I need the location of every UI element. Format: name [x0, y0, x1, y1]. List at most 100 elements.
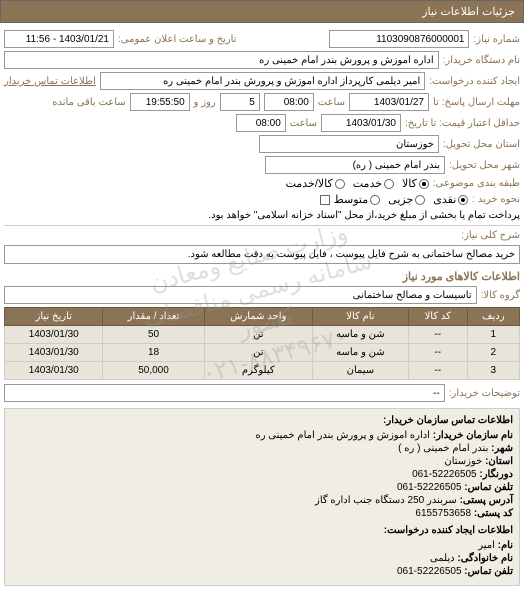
desc-field: خرید مصالح ساختمانی به شرح فایل پیوست ، …	[4, 245, 520, 264]
table-cell: 18	[103, 344, 204, 362]
buyer-org-field: اداره اموزش و پرورش بندر امام خمینی ره	[4, 51, 439, 69]
table-cell: 3	[467, 362, 519, 380]
province-field: خوزستان	[259, 135, 439, 153]
fname-label: نام:	[498, 540, 513, 551]
buyer-org-label: نام دستگاه خریدار:	[443, 55, 520, 66]
org-label: نام سازمان خریدار:	[433, 430, 513, 441]
remaining-days-field: 5	[220, 93, 260, 111]
radio-icon	[415, 195, 425, 205]
remaining-days-label: روز و	[194, 97, 216, 108]
table-cell: تن	[204, 344, 312, 362]
table-cell: --	[408, 344, 467, 362]
payment-radio-group: نقدی جزیی متوسط	[334, 193, 469, 206]
org-value: اداره اموزش و پرورش بندر امام خمینی ره	[255, 430, 430, 441]
table-cell: 2	[467, 344, 519, 362]
table-header-row: ردیف کد کالا نام کالا واحد شمارش تعداد /…	[5, 308, 520, 326]
lname-value: دیلمی	[430, 553, 455, 564]
category-radio-both[interactable]: کالا/خدمت	[286, 177, 345, 190]
radio-icon	[335, 179, 345, 189]
goods-table: ردیف کد کالا نام کالا واحد شمارش تعداد /…	[4, 307, 520, 380]
radio-icon	[370, 195, 380, 205]
payment-radio-medium[interactable]: متوسط	[334, 193, 381, 206]
table-cell: سیمان	[312, 362, 408, 380]
city-field: بندر امام خمینی ( ره)	[265, 156, 445, 174]
payment-radio-cash[interactable]: نقدی	[433, 193, 468, 206]
th-date: تاریخ نیاز	[5, 308, 103, 326]
desc-label: شرح کلی نیاز:	[461, 230, 520, 241]
th-unit: واحد شمارش	[204, 308, 312, 326]
table-row: 1--شن و ماسهتن501403/01/30	[5, 326, 520, 344]
requester-label: ایجاد کننده درخواست:	[429, 76, 520, 87]
fprovince-value: خوزستان	[444, 456, 482, 467]
treasury-checkbox[interactable]	[320, 195, 330, 205]
pub-date-label: تاریخ و ساعت اعلان عمومی:	[118, 34, 237, 45]
deadline-label: مهلت ارسال پاسخ: تا	[433, 97, 520, 108]
goods-group-label: گروه کالا:	[481, 290, 520, 301]
buyer-contact-link[interactable]: اطلاعات تماس خریدار	[4, 76, 96, 87]
th-qty: تعداد / مقدار	[103, 308, 204, 326]
content-area: وزارت صنایع ومعادن سامانه رسمی مناقصات ک…	[0, 23, 524, 590]
cphone-value: 52226505-061	[397, 566, 462, 577]
goods-group-field: تاسیسات و مصالح ساختمانی	[4, 286, 477, 304]
header-title: جزئیات اطلاعات نیاز	[422, 6, 515, 18]
table-cell: 1403/01/30	[5, 344, 103, 362]
validity-date-field: 1403/01/30	[321, 114, 401, 132]
deadline-time-field: 08:00	[264, 93, 314, 111]
radio-icon	[458, 195, 468, 205]
th-row: ردیف	[467, 308, 519, 326]
validity-time-field: 08:00	[236, 114, 286, 132]
footer-contact-section: اطلاعات تماس سازمان خریدار: نام سازمان خ…	[4, 408, 520, 586]
th-code: کد کالا	[408, 308, 467, 326]
payment-radio-partial[interactable]: جزیی	[388, 193, 425, 206]
lname-label: نام خانوادگی:	[457, 553, 513, 564]
requester-contact-title: اطلاعات ایجاد کننده درخواست:	[11, 525, 513, 536]
requester-field: امیر دیلمی کارپرداز اداره اموزش و پرورش …	[100, 72, 425, 90]
table-row: 2--شن و ماسهتن181403/01/30	[5, 344, 520, 362]
zip-label: کد پستی:	[474, 508, 513, 519]
pub-date-field: 1403/01/21 - 11:56	[4, 30, 114, 48]
fprovince-label: استان:	[485, 456, 513, 467]
table-cell: تن	[204, 326, 312, 344]
table-cell: 50	[103, 326, 204, 344]
table-row: 3--سیمانکیلوگرم50,0001403/01/30	[5, 362, 520, 380]
deadline-date-field: 1403/01/27	[349, 93, 429, 111]
table-cell: شن و ماسه	[312, 326, 408, 344]
buyer-notes-label: توضیحات خریدار:	[449, 388, 520, 399]
buyer-contact-title: اطلاعات تماس سازمان خریدار:	[11, 415, 513, 426]
radio-icon	[419, 179, 429, 189]
validity-label: حداقل اعتبار قیمت: تا تاریخ:	[405, 118, 520, 129]
table-cell: --	[408, 326, 467, 344]
header-bar: جزئیات اطلاعات نیاز	[0, 0, 524, 23]
validity-time-label: ساعت	[290, 118, 317, 129]
payment-note: پرداخت تمام یا بخشی از مبلغ خرید،از محل …	[208, 210, 520, 221]
fphone-value: 52226505-061	[397, 482, 462, 493]
fcity-label: شهر:	[491, 443, 513, 454]
deadline-time-label: ساعت	[318, 97, 345, 108]
zip-value: 6155753658	[415, 508, 471, 519]
table-cell: کیلوگرم	[204, 362, 312, 380]
fname-value: امیر	[478, 540, 495, 551]
fax-value: 52226505-061	[412, 469, 477, 480]
category-radio-goods[interactable]: کالا	[402, 177, 429, 190]
cphone-label: تلفن تماس:	[464, 566, 513, 577]
category-radio-service[interactable]: خدمت	[353, 177, 394, 190]
table-cell: 1403/01/30	[5, 362, 103, 380]
remaining-time-label: ساعت باقی مانده	[52, 97, 125, 108]
fcity-value: بندر امام خمینی ( ره )	[398, 443, 488, 454]
city-label: شهر محل تحویل:	[449, 160, 520, 171]
th-name: نام کالا	[312, 308, 408, 326]
table-cell: 50,000	[103, 362, 204, 380]
addr-label: آدرس پستی:	[460, 495, 513, 506]
buyer-notes-field: --	[4, 384, 445, 402]
table-cell: 1403/01/30	[5, 326, 103, 344]
table-cell: 1	[467, 326, 519, 344]
category-label: طبقه بندی موضوعی:	[433, 178, 520, 189]
fphone-label: تلفن تماس:	[464, 482, 513, 493]
fax-label: دورنگار:	[479, 469, 513, 480]
addr-value: سربندر 250 دستگاه جنب اداره گاز	[315, 495, 457, 506]
radio-icon	[384, 179, 394, 189]
category-radio-group: کالا خدمت کالا/خدمت	[286, 177, 429, 190]
payment-label: نحوه خرید :	[472, 194, 520, 205]
province-label: استان محل تحویل:	[443, 139, 520, 150]
table-cell: --	[408, 362, 467, 380]
